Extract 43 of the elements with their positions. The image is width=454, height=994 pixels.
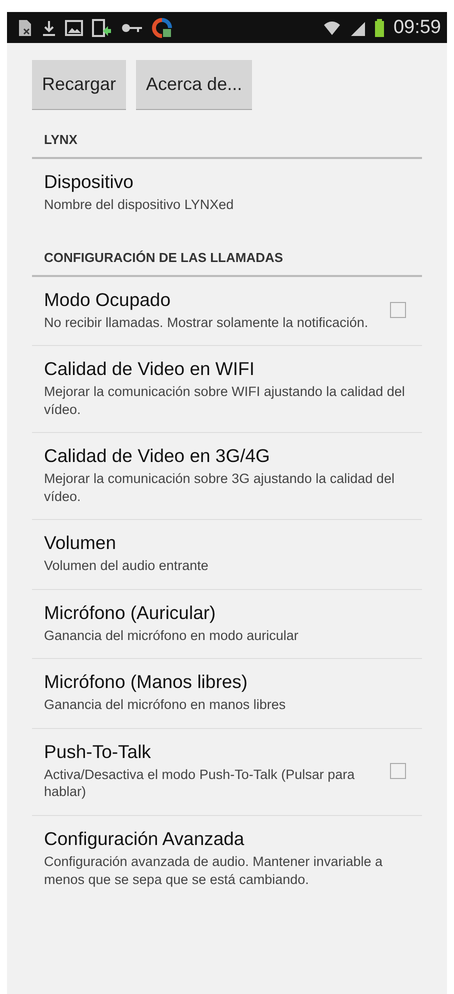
- preference-item[interactable]: Modo Ocupado No recibir llamadas. Mostrar solamente la notificación.: [32, 276, 422, 346]
- app-logo-icon: [152, 18, 172, 38]
- preference-summary: Mejorar la comunicación sobre 3G ajustando la calidad del vídeo.: [44, 470, 396, 506]
- wifi-icon: [323, 18, 342, 36]
- preference-title: Micrófono (Auricular): [44, 602, 217, 624]
- preference-title: Calidad de Video en WIFI: [44, 358, 256, 380]
- signal-icon: [350, 20, 366, 36]
- preference-summary: No recibir llamadas. Mostrar solamente la notificación.: [44, 314, 370, 332]
- download-icon: [42, 18, 56, 36]
- preference-title: Volumen: [44, 532, 117, 554]
- preference-item[interactable]: Micrófono (Manos libres) Ganancia del micrófono en manos libres: [32, 659, 422, 729]
- preference-summary: Mejorar la comunicación sobre WIFI ajustando la calidad del vídeo.: [44, 383, 406, 418]
- section-header: LYNX: [32, 110, 422, 159]
- preference-title: Micrófono (Manos libres): [44, 671, 249, 694]
- header-button[interactable]: Acerca de...: [136, 60, 252, 110]
- header-button[interactable]: Recargar: [32, 60, 126, 110]
- section-header: CONFIGURACIÓN DE LAS LLAMADAS: [32, 228, 422, 277]
- preference-title: Modo Ocupado: [44, 288, 172, 311]
- clock-time: 09:59: [393, 16, 441, 38]
- sim-card-icon: [17, 18, 33, 36]
- preference-item[interactable]: Volumen Volumen del audio entrante: [32, 520, 422, 590]
- preference-title: Push-To-Talk: [44, 740, 152, 763]
- checkbox[interactable]: [390, 302, 406, 318]
- key-icon: [121, 22, 143, 34]
- battery-icon: [375, 18, 384, 36]
- preference-summary: Configuración avanzada de audio. Mantener invariable a menos que se sepa que se está cambiando.: [44, 853, 384, 888]
- preference-title: Dispositivo: [44, 171, 134, 193]
- preference-item[interactable]: Dispositivo Nombre del dispositivo LYNXed: [32, 159, 422, 228]
- preference-item[interactable]: Micrófono (Auricular) Ganancia del micrófono en modo auricular: [32, 590, 422, 660]
- preference-title: Calidad de Video en 3G/4G: [44, 445, 271, 468]
- preference-summary: Ganancia del micrófono en modo auricular: [44, 626, 300, 644]
- preference-item[interactable]: Calidad de Video en 3G/4G Mejorar la comunicación sobre 3G ajustando la calidad del vídeo.: [32, 433, 422, 520]
- preference-item[interactable]: Push-To-Talk Activa/Desactiva el modo Push-To-Talk (Pulsar para hablar): [32, 728, 422, 816]
- preference-item[interactable]: Configuración Avanzada Configuración avanzada de audio. Mantener invariable a menos que se sepa que se está cambiando.: [32, 816, 422, 902]
- preference-item[interactable]: Calidad de Video en WIFI Mejorar la comunicación sobre WIFI ajustando la calidad del vídeo.: [32, 346, 422, 434]
- checkbox[interactable]: [390, 762, 406, 779]
- preference-summary: Ganancia del micrófono en manos libres: [44, 696, 287, 714]
- preference-summary: Activa/Desactiva el modo Push-To-Talk (Pulsar para hablar): [44, 766, 356, 802]
- preference-summary: Volumen del audio entrante: [44, 557, 210, 575]
- preference-title: Configuración Avanzada: [44, 828, 246, 850]
- image-icon: [65, 20, 83, 36]
- preference-summary: Nombre del dispositivo LYNXed: [44, 196, 235, 214]
- phone-arrow-icon: [92, 18, 112, 36]
